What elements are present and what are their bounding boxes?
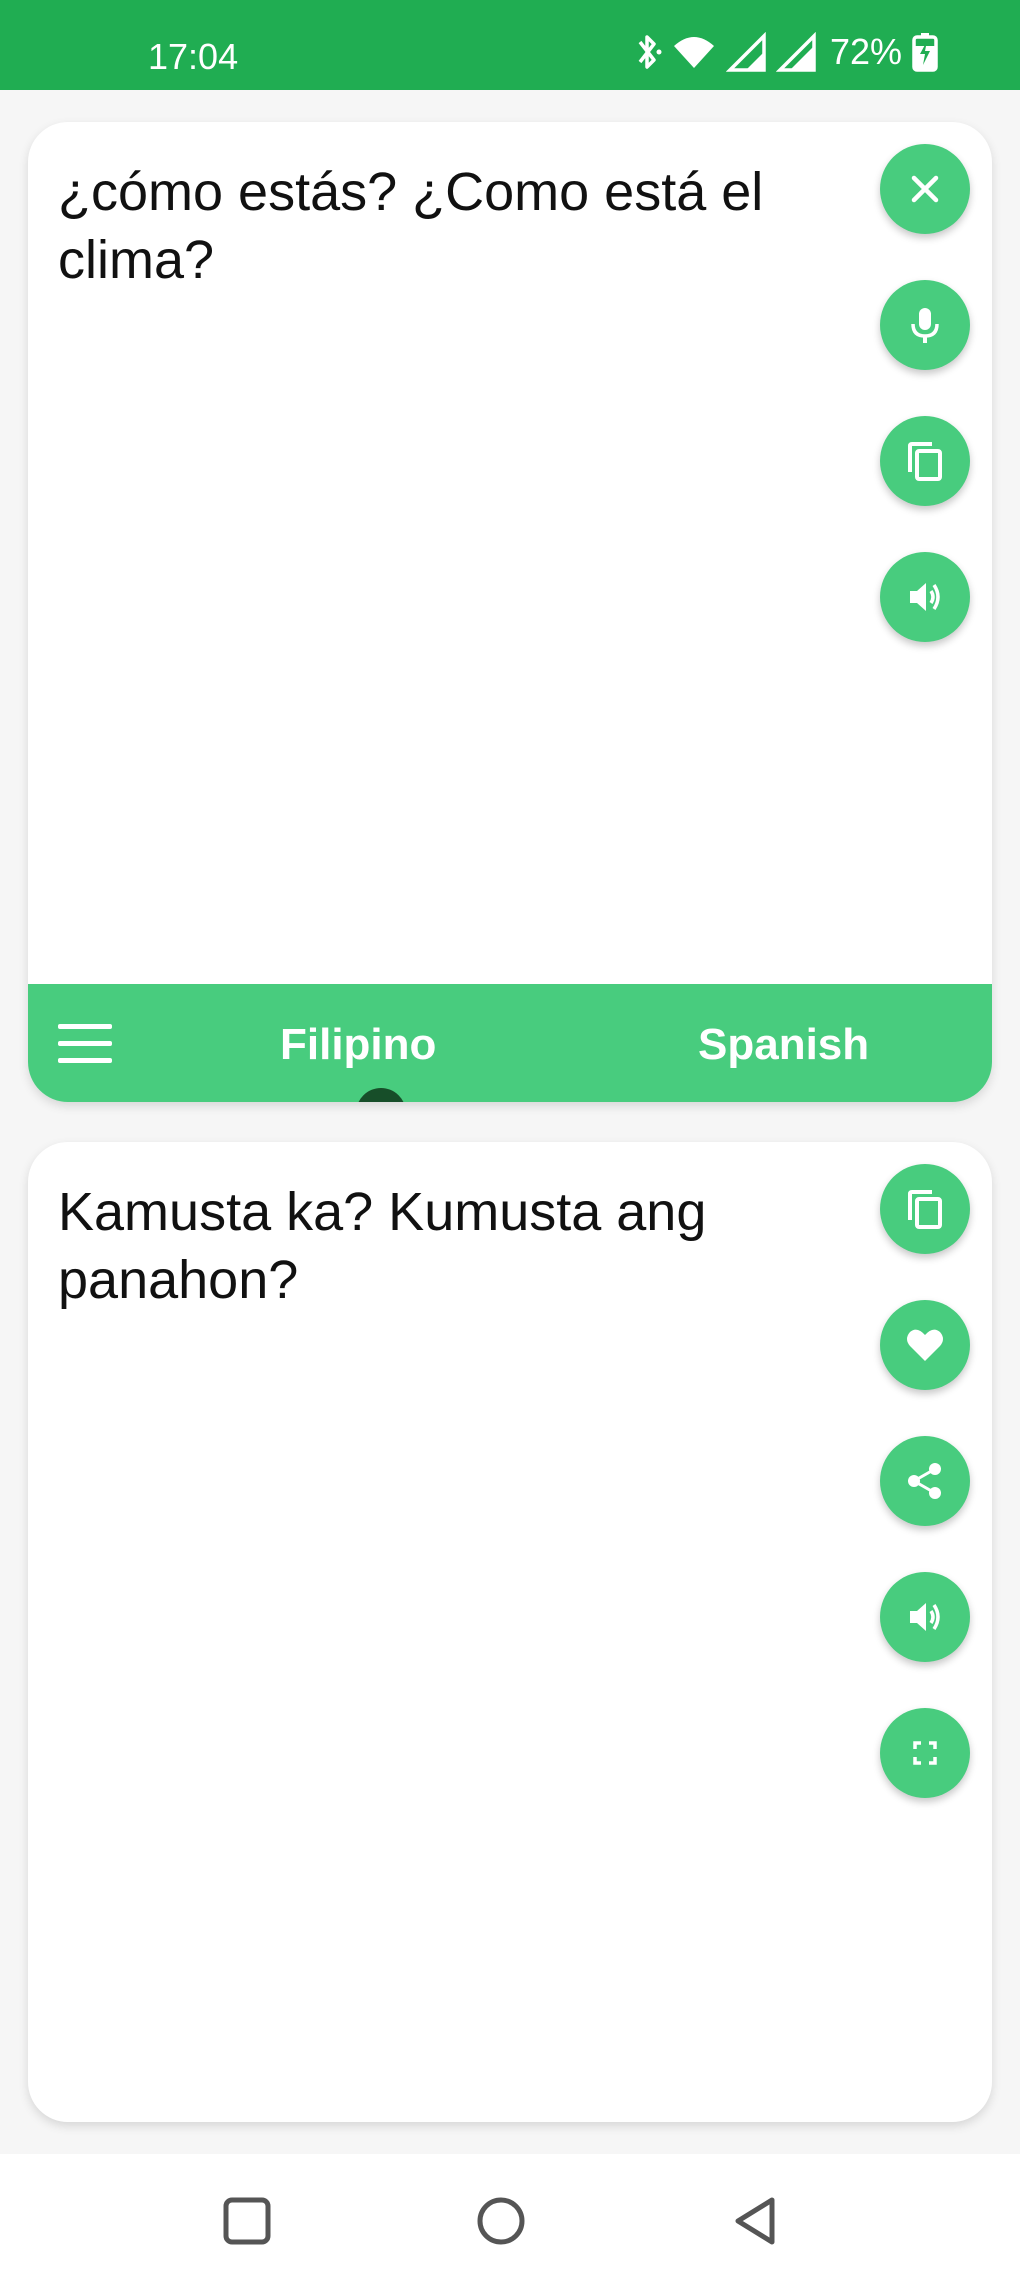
menu-icon-line (58, 1041, 112, 1046)
wifi-icon (673, 37, 714, 68)
speak-source-button[interactable] (880, 552, 970, 642)
mic-button[interactable] (880, 280, 970, 370)
speaker-icon (910, 583, 940, 611)
home-button[interactable] (474, 2194, 528, 2248)
home-icon (477, 2197, 525, 2245)
translated-text: Kamusta ka? Kumusta ang panahon? (58, 1182, 707, 1310)
source-actions (880, 144, 970, 642)
status-bar: 17:04 72% (0, 0, 1020, 90)
speaker-icon (910, 1603, 940, 1631)
mic-icon (911, 308, 939, 343)
target-card: Kamusta ka? Kumusta ang panahon? (28, 1142, 992, 2122)
copy-icon (908, 442, 942, 481)
target-language-button[interactable]: Spanish (698, 1020, 869, 1070)
check-icon (365, 1097, 397, 1102)
close-icon (911, 175, 939, 203)
recents-icon (223, 2197, 271, 2245)
language-bar: Filipino Spanish (28, 984, 992, 1102)
status-icons: 72% (632, 30, 938, 74)
menu-button[interactable] (58, 1024, 112, 1064)
share-button[interactable] (880, 1436, 970, 1526)
bluetooth-icon (638, 35, 662, 69)
recents-button[interactable] (220, 2194, 274, 2248)
copy-source-button[interactable] (880, 416, 970, 506)
back-icon (735, 2197, 775, 2245)
source-language-button[interactable]: Filipino (280, 1020, 436, 1070)
copy-translation-button[interactable] (880, 1164, 970, 1254)
navigation-bar (0, 2154, 1020, 2278)
menu-icon-line (58, 1058, 112, 1063)
heart-icon (907, 1329, 943, 1361)
source-card: ¿cómo estás? ¿Como está el clima? Filipi… (28, 122, 992, 1102)
fullscreen-icon (913, 1741, 937, 1765)
favorite-button[interactable] (880, 1300, 970, 1390)
menu-icon (58, 1024, 112, 1029)
share-icon (908, 1463, 941, 1499)
target-actions (880, 1164, 970, 1798)
battery-percent: 72% (829, 31, 902, 72)
status-time: 17:04 (148, 36, 239, 77)
back-button[interactable] (730, 2194, 784, 2248)
signal-icon (725, 32, 766, 72)
source-text-input[interactable]: ¿cómo estás? ¿Como está el clima? (58, 158, 848, 294)
speak-translation-button[interactable] (880, 1572, 970, 1662)
fullscreen-button[interactable] (880, 1708, 970, 1798)
clear-button[interactable] (880, 144, 970, 234)
battery-charging-icon (912, 33, 938, 72)
copy-icon (908, 1190, 942, 1229)
signal-icon (775, 32, 816, 72)
